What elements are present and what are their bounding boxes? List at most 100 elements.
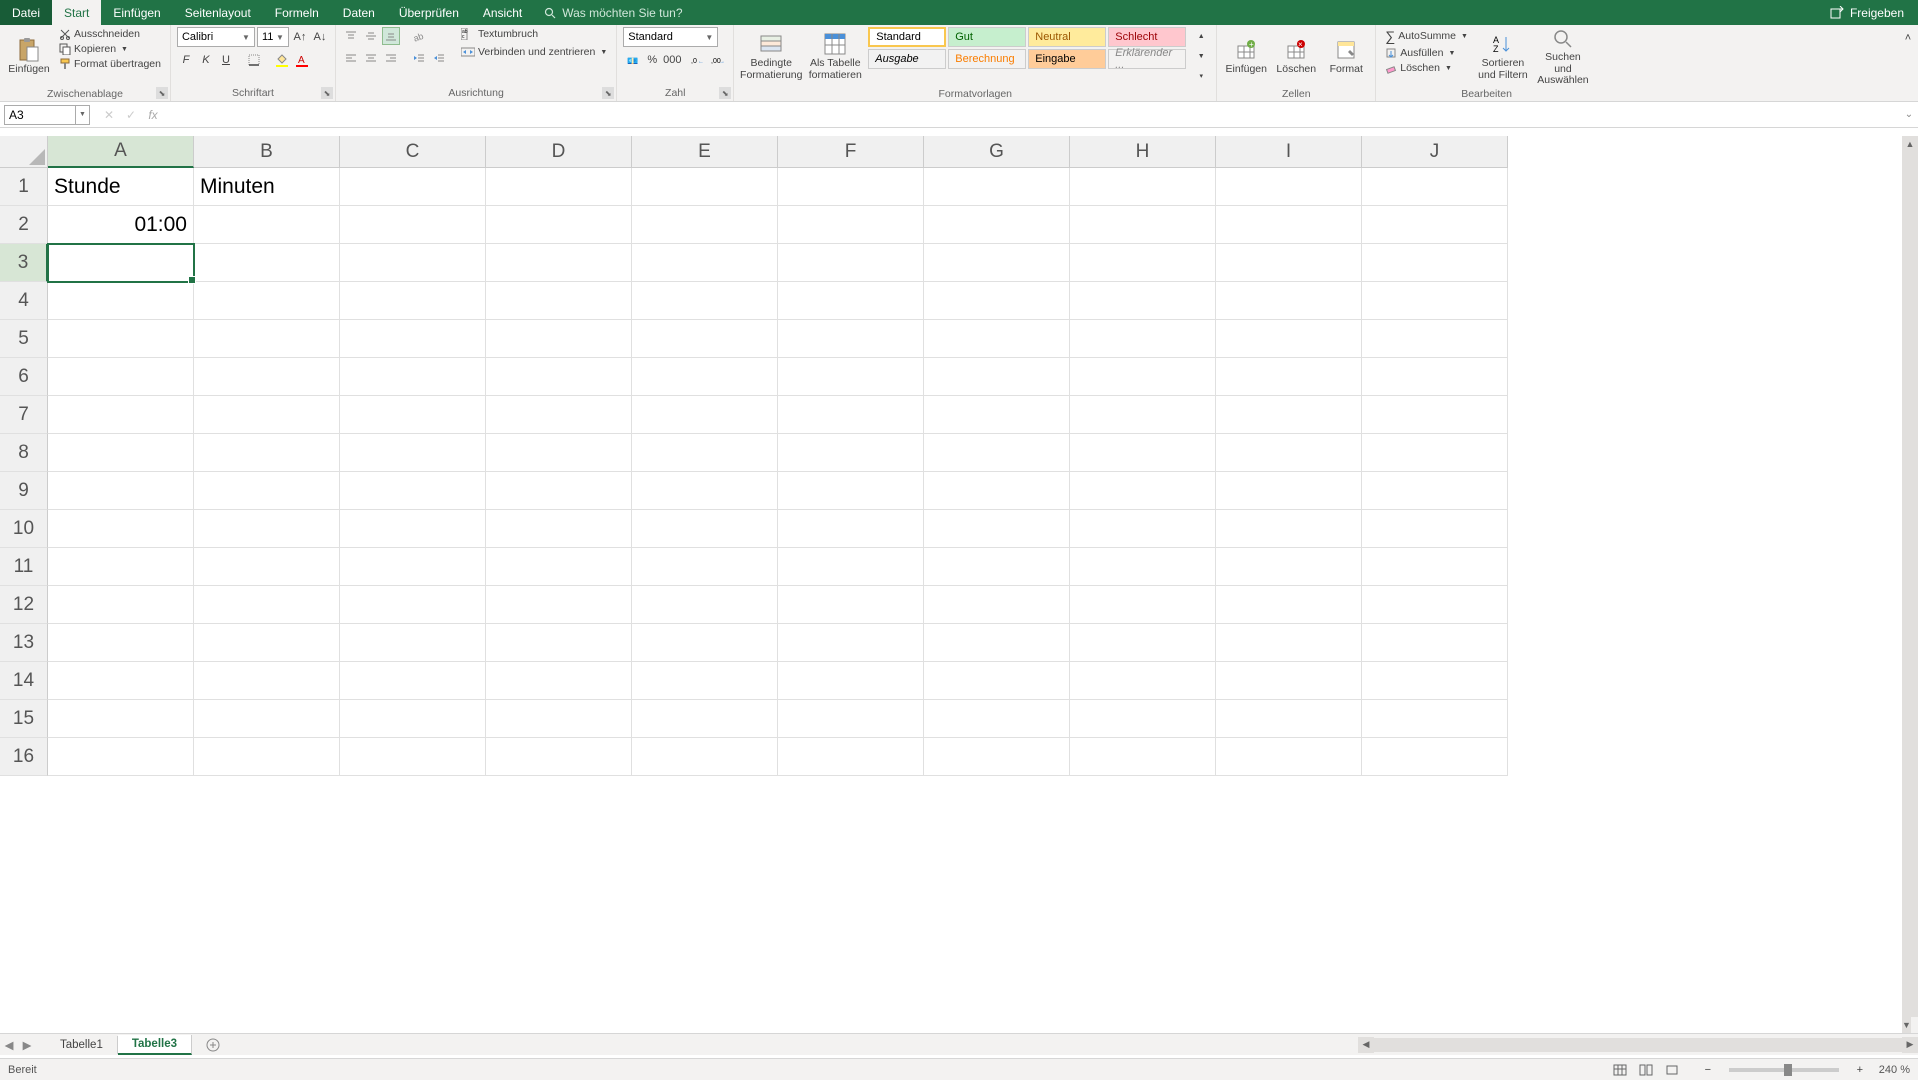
row-header-5[interactable]: 5 [0,320,48,358]
cell-J15[interactable] [1362,700,1508,738]
number-format-select[interactable]: Standard▼ [623,27,718,47]
name-box[interactable]: A3 [4,105,76,125]
cell-A2[interactable]: 01:00 [48,206,194,244]
cell-F10[interactable] [778,510,924,548]
cell-A14[interactable] [48,662,194,700]
cell-B7[interactable] [194,396,340,434]
cell-I11[interactable] [1216,548,1362,586]
tab-review[interactable]: Überprüfen [387,0,471,25]
decrease-decimal-button[interactable]: ,00→ [709,51,727,69]
cell-D9[interactable] [486,472,632,510]
cell-H14[interactable] [1070,662,1216,700]
italic-button[interactable]: K [197,51,215,69]
scroll-up-button[interactable]: ▲ [1902,136,1918,152]
cell-E8[interactable] [632,434,778,472]
cell-I3[interactable] [1216,244,1362,282]
cell-E10[interactable] [632,510,778,548]
cell-C3[interactable] [340,244,486,282]
column-header-J[interactable]: J [1362,136,1508,168]
cell-J3[interactable] [1362,244,1508,282]
cell-B4[interactable] [194,282,340,320]
zoom-in-button[interactable]: + [1851,1061,1869,1079]
cell-A16[interactable] [48,738,194,776]
styles-scroll-down[interactable]: ▼ [1192,47,1210,65]
cell-B2[interactable] [194,206,340,244]
cell-A10[interactable] [48,510,194,548]
cell-E7[interactable] [632,396,778,434]
font-size-select[interactable]: 11▼ [257,27,289,47]
currency-button[interactable]: 💶 [623,51,641,69]
cell-D6[interactable] [486,358,632,396]
number-launcher[interactable]: ⬊ [719,87,731,99]
font-color-button[interactable]: A [293,51,311,69]
copy-button[interactable]: Kopieren▼ [56,42,164,56]
view-normal-button[interactable] [1609,1061,1631,1079]
style-calc[interactable]: Berechnung [948,49,1026,69]
percent-button[interactable]: % [643,51,661,69]
fill-color-button[interactable] [273,51,291,69]
cell-C1[interactable] [340,168,486,206]
view-page-layout-button[interactable] [1635,1061,1657,1079]
cell-F15[interactable] [778,700,924,738]
cell-I14[interactable] [1216,662,1362,700]
cell-D15[interactable] [486,700,632,738]
style-standard[interactable]: Standard [868,27,946,47]
cell-G4[interactable] [924,282,1070,320]
sheet-nav-next[interactable]: ▶ [18,1038,36,1052]
vscroll-track[interactable] [1902,152,1918,1017]
style-explain[interactable]: Erklärender ... [1108,49,1186,69]
cell-H3[interactable] [1070,244,1216,282]
cell-A9[interactable] [48,472,194,510]
sheet-tab-2[interactable]: Tabelle3 [118,1035,192,1055]
cell-C10[interactable] [340,510,486,548]
align-middle-button[interactable] [362,27,380,45]
cell-D1[interactable] [486,168,632,206]
cell-C11[interactable] [340,548,486,586]
tab-formulas[interactable]: Formeln [263,0,331,25]
row-header-3[interactable]: 3 [0,244,48,282]
cell-J11[interactable] [1362,548,1508,586]
conditional-formatting-button[interactable]: Bedingte Formatierung [740,27,802,87]
cell-C6[interactable] [340,358,486,396]
style-output[interactable]: Ausgabe [868,49,946,69]
row-header-16[interactable]: 16 [0,738,48,776]
cell-E9[interactable] [632,472,778,510]
cell-I9[interactable] [1216,472,1362,510]
cell-C5[interactable] [340,320,486,358]
comma-button[interactable]: 000 [663,51,681,69]
cancel-formula-button[interactable]: ✕ [100,106,118,124]
cell-B11[interactable] [194,548,340,586]
cell-G13[interactable] [924,624,1070,662]
cell-B13[interactable] [194,624,340,662]
cell-E6[interactable] [632,358,778,396]
cell-G16[interactable] [924,738,1070,776]
wrap-text-button[interactable]: abc Textumbruch [458,27,610,41]
cell-A13[interactable] [48,624,194,662]
cell-G7[interactable] [924,396,1070,434]
formula-input[interactable] [172,105,1900,125]
cell-J4[interactable] [1362,282,1508,320]
cell-B14[interactable] [194,662,340,700]
style-good[interactable]: Gut [948,27,1026,47]
name-box-dropdown[interactable]: ▼ [76,105,90,125]
format-as-table-button[interactable]: Als Tabelle formatieren [806,27,864,87]
format-painter-button[interactable]: Format übertragen [56,57,164,71]
horizontal-scrollbar[interactable]: ◀ ▶ [1358,1037,1918,1053]
cell-F8[interactable] [778,434,924,472]
decrease-font-button[interactable]: A↓ [311,28,329,46]
cell-I2[interactable] [1216,206,1362,244]
increase-indent-button[interactable] [430,49,448,67]
align-center-button[interactable] [362,49,380,67]
cell-D2[interactable] [486,206,632,244]
cell-E11[interactable] [632,548,778,586]
cell-J5[interactable] [1362,320,1508,358]
cell-B5[interactable] [194,320,340,358]
cell-C7[interactable] [340,396,486,434]
cell-E2[interactable] [632,206,778,244]
cell-G2[interactable] [924,206,1070,244]
merge-center-button[interactable]: Verbinden und zentrieren▼ [458,45,610,59]
fill-button[interactable]: Ausfüllen▼ [1382,46,1471,60]
cell-B15[interactable] [194,700,340,738]
font-name-select[interactable]: Calibri▼ [177,27,255,47]
style-neutral[interactable]: Neutral [1028,27,1106,47]
